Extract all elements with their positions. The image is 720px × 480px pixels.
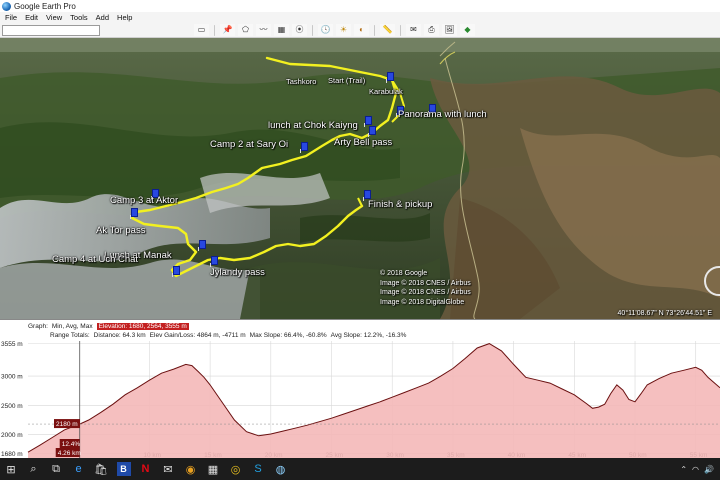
toolbar-divider: [312, 24, 313, 36]
toolbar-divider: [214, 24, 215, 36]
elevation-stats: Elevation: 1680, 2564, 3555 m: [96, 322, 189, 330]
cursor-distance-tag: 4.26 km: [58, 450, 81, 457]
map-label-karabulak[interactable]: Karabulak: [369, 88, 403, 96]
y-tick-label: 1680 m: [1, 451, 23, 458]
placemark-icon[interactable]: 📌: [220, 24, 235, 36]
edge-icon[interactable]: e: [68, 458, 90, 480]
toolbar-divider: [400, 24, 401, 36]
avg-slope-stat: Avg Slope: 12.2%, -16.3%: [330, 331, 407, 339]
map-label-jylandy[interactable]: Jylandy pass: [210, 268, 265, 278]
placemark-pin-ak-tor[interactable]: [130, 208, 138, 219]
copyright-line: Image © 2018 DigitalGlobe: [380, 298, 465, 306]
placemark-pin-arty-bell[interactable]: [368, 126, 376, 137]
distance-stat: Distance: 64.3 km: [93, 331, 146, 339]
menu-add[interactable]: Add: [92, 13, 113, 22]
polygon-icon[interactable]: ⬠: [238, 24, 253, 36]
placemark-pin-lunch-chol[interactable]: [364, 116, 372, 127]
y-tick-label: 2500 m: [1, 403, 23, 410]
sidebar-toggle-icon[interactable]: ▭: [194, 24, 209, 36]
toolbar-divider: [374, 24, 375, 36]
window-title: Google Earth Pro: [14, 1, 76, 11]
menu-view[interactable]: View: [42, 13, 66, 22]
windows-start-icon[interactable]: ⊞: [0, 458, 22, 480]
print-icon[interactable]: ⎙: [424, 24, 439, 36]
wifi-icon[interactable]: ◠: [692, 465, 699, 474]
menu-help[interactable]: Help: [113, 13, 136, 22]
map-label-camp4[interactable]: Camp 4 at Uch Chat: [52, 255, 138, 265]
map-label-arty-bell[interactable]: Arty Bell pass: [334, 138, 392, 148]
chevron-up-icon[interactable]: ⌃: [680, 465, 687, 474]
y-tick-label: 2000 m: [1, 432, 23, 439]
map-label-panorama[interactable]: Panorama with lunch: [398, 110, 487, 120]
placemark-pin-camp4[interactable]: [172, 266, 180, 277]
tour-icon[interactable]: ⦿: [292, 24, 307, 36]
menu-file[interactable]: File: [0, 13, 21, 22]
path-icon[interactable]: 〰: [256, 24, 271, 36]
photos-icon[interactable]: ◉: [180, 458, 202, 480]
cursor-slope-tag: 12.4%: [62, 441, 81, 448]
range-totals-label: Range Totals:: [50, 331, 90, 339]
copyright-line: Image © 2018 CNES / Airbus: [380, 289, 471, 296]
placemark-pin-start[interactable]: [386, 72, 394, 83]
volume-icon[interactable]: 🔊: [704, 465, 714, 474]
elev-gain-loss-stat: Elev Gain/Loss: 4864 m, -4711 m: [149, 331, 246, 339]
menu-tools[interactable]: Tools: [66, 13, 92, 22]
placemark-pin-jylandy[interactable]: [210, 256, 218, 267]
map-label-finish[interactable]: Finish & pickup: [368, 200, 432, 210]
title-bar: Google Earth Pro: [0, 0, 720, 12]
ruler-icon[interactable]: 📏: [380, 24, 395, 36]
graph-modes[interactable]: Min, Avg, Max: [52, 323, 93, 330]
search-icon[interactable]: ⌕: [23, 458, 45, 480]
map-label-camp3[interactable]: Camp 3 at Aktor: [110, 196, 178, 206]
calculator-icon[interactable]: ▦: [202, 458, 224, 480]
map-label-tashkoro[interactable]: Tashkoro: [286, 78, 316, 86]
google-earth-icon[interactable]: ◍: [270, 458, 292, 480]
coordinates-readout: 40°11'08.67" N 73°26'44.51" E: [617, 310, 712, 317]
map-view[interactable]: Tashkoro Start (Trail) Karabulak Panoram…: [0, 38, 720, 319]
y-tick-label: 3555 m: [1, 341, 23, 348]
chrome-icon[interactable]: ◎: [225, 458, 247, 480]
copyright-line: Image © 2018 CNES / Airbus: [380, 279, 471, 287]
copyright-line: © 2018 Google: [380, 270, 428, 277]
overlay-icon[interactable]: ▦: [274, 24, 289, 36]
map-label-lunch-chol[interactable]: lunch at Chok Kaiyng: [268, 121, 358, 131]
maps-icon[interactable]: ◆: [460, 24, 475, 36]
cursor-elevation-tag: 2180 m: [56, 421, 78, 428]
skype-icon[interactable]: S: [247, 458, 269, 480]
app-b-icon[interactable]: B: [116, 462, 131, 476]
netflix-icon[interactable]: N: [135, 458, 157, 480]
elevation-area: [28, 343, 720, 458]
y-tick-label: 3000 m: [1, 374, 23, 381]
menu-bar: File Edit View Tools Add Help: [0, 12, 720, 23]
placemark-pin-lunch-manak[interactable]: [198, 240, 206, 251]
toolbar: ▭ 📌 ⬠ 〰 ▦ ⦿ 🕓 ☀ ◐ 📏 ✉ ⎙ 🖼 ◆: [0, 23, 720, 38]
placemark-pin-camp2[interactable]: [300, 142, 308, 153]
system-tray: ⌃ ◠ 🔊: [680, 465, 714, 474]
map-label-ak-tor[interactable]: Ak Tor pass: [96, 226, 145, 236]
mail-icon[interactable]: ✉: [157, 458, 179, 480]
task-view-icon[interactable]: ⧉: [45, 458, 67, 480]
email-icon[interactable]: ✉: [406, 24, 421, 36]
graph-label: Graph:: [28, 322, 48, 330]
max-slope-stat: Max Slope: 66.4%, -60.8%: [249, 331, 327, 339]
map-label-start[interactable]: Start (Trail): [328, 77, 365, 85]
store-icon[interactable]: 🛍: [90, 458, 112, 480]
save-image-icon[interactable]: 🖼: [442, 24, 457, 36]
menu-edit[interactable]: Edit: [21, 13, 42, 22]
windows-taskbar: ⊞ ⌕ ⧉ e 🛍 B N ✉ ◉ ▦ ◎ S ◍ ⌃ ◠ 🔊: [0, 458, 720, 480]
google-earth-window: Google Earth Pro File Edit View Tools Ad…: [0, 0, 720, 480]
elevation-chart[interactable]: 3555 m3000 m2500 m2000 m1680 m10 km15 km…: [0, 339, 720, 459]
elevation-chart-svg[interactable]: 3555 m3000 m2500 m2000 m1680 m10 km15 km…: [0, 339, 720, 459]
map-label-camp2[interactable]: Camp 2 at Sary Oi: [210, 140, 288, 150]
elevation-profile-panel: Graph: Min, Avg, Max Elevation: 1680, 25…: [0, 319, 720, 459]
historical-imagery-icon[interactable]: 🕓: [318, 24, 333, 36]
google-earth-logo-icon: [2, 1, 11, 11]
imagery-copyright: © 2018 Google Image © 2018 CNES / Airbus…: [380, 269, 471, 307]
sun-icon[interactable]: ☀: [336, 24, 351, 36]
toolbar-buttons: ▭ 📌 ⬠ 〰 ▦ ⦿ 🕓 ☀ ◐ 📏 ✉ ⎙ 🖼 ◆: [194, 24, 475, 36]
search-input[interactable]: [2, 24, 100, 36]
planet-icon[interactable]: ◐: [354, 24, 369, 36]
